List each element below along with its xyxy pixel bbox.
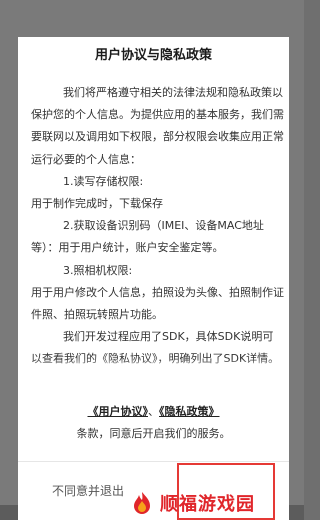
user-agreement-link[interactable]: 《用户协议》 [88, 405, 149, 418]
permission-storage-heading: 1.读写存储权限: [63, 174, 144, 188]
content-fade [18, 359, 289, 371]
watermark-text: 顺福游戏园 [160, 494, 255, 515]
agreement-statement: 《用户协议》、《隐私政策》 条款，同意后开启我们的服务。 [18, 401, 289, 445]
permission-camera-heading: 3.照相机权限: [63, 263, 133, 277]
agreement-links: 《用户协议》、《隐私政策》 [18, 401, 289, 423]
permission-camera-desc: 用于用户修改个人信息，拍照设为头像、拍照制作证件照、拍照玩转照片功能。 [31, 285, 284, 322]
privacy-policy-link[interactable]: 《隐私政策》 [159, 405, 220, 418]
intro-paragraph: 我们将严格遵守相关的法律法规和隐私政策以保护您的个人信息。为提供应用的基本服务，… [31, 86, 284, 166]
flame-logo-icon [129, 490, 155, 516]
privacy-dialog: 用户协议与隐私政策 我们将严格遵守相关的法律法规和隐私政策以保护您的个人信息。为… [18, 37, 289, 520]
dialog-title: 用户协议与隐私政策 [94, 48, 212, 63]
site-watermark: 顺福游戏园 [128, 486, 302, 520]
permission-device-id: 2.获取设备识别码（IMEI、设备MAC地址等）：用于用户统计，账户安全鉴定等。 [31, 219, 264, 255]
agreement-suffix: 条款，同意后开启我们的服务。 [76, 427, 231, 440]
permission-storage-desc: 用于制作完成时，下载保存 [31, 197, 163, 211]
link-separator: 、 [148, 405, 159, 418]
